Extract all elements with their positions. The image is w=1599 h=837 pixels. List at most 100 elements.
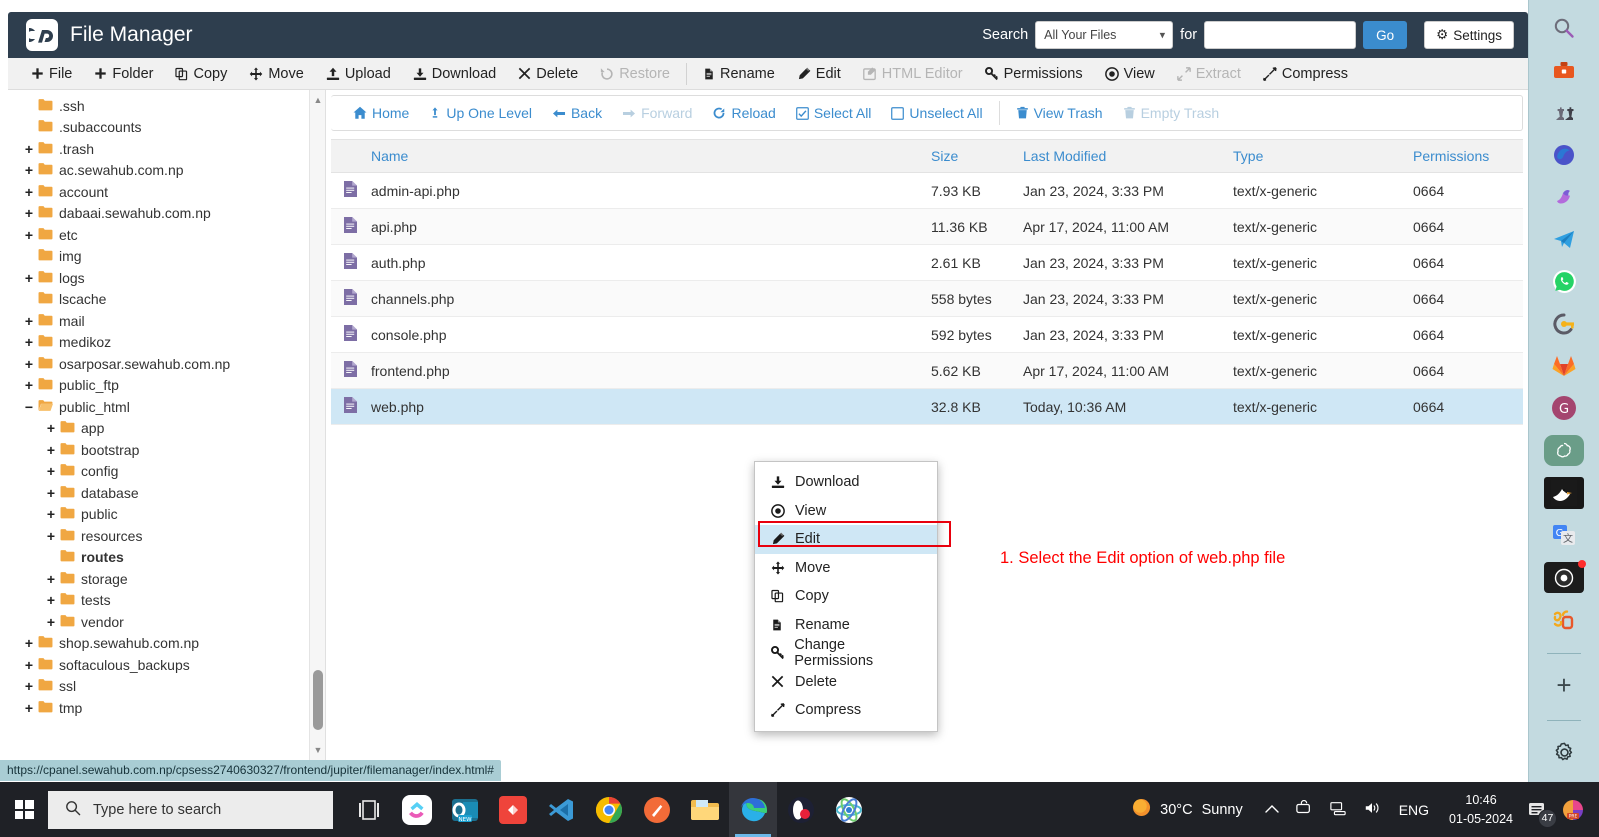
context-menu-item-edit[interactable]: Edit xyxy=(755,525,937,554)
microsoft-365-icon[interactable] xyxy=(1544,139,1584,170)
chatgpt-icon[interactable] xyxy=(1544,435,1584,467)
expand-icon[interactable]: + xyxy=(44,572,58,586)
toolbar-button-rename[interactable]: Rename xyxy=(692,66,786,82)
tree-item-public-ftp[interactable]: + public_ftp xyxy=(8,375,325,397)
firefox-dev-icon[interactable] xyxy=(633,782,681,837)
onedrive-sync-icon[interactable] xyxy=(1287,799,1321,820)
toolbar-button-compress[interactable]: Compress xyxy=(1252,66,1359,82)
tree-item-trash[interactable]: + .trash xyxy=(8,138,325,160)
expand-icon[interactable]: + xyxy=(22,271,36,285)
toolbar-button-view[interactable]: View xyxy=(1094,66,1166,82)
add-extension-icon[interactable]: + xyxy=(1544,669,1584,700)
nav-button-home[interactable]: Home xyxy=(343,105,419,121)
expand-icon[interactable]: + xyxy=(44,486,58,500)
expand-icon[interactable]: + xyxy=(22,142,36,156)
whatsapp-icon[interactable] xyxy=(1544,266,1584,297)
context-menu-item-view[interactable]: View xyxy=(755,497,937,526)
tree-item-public-html[interactable]: − public_html xyxy=(8,396,325,418)
settings-button[interactable]: ⚙ Settings xyxy=(1424,21,1514,49)
screen-recorder-icon[interactable] xyxy=(1544,560,1586,594)
search-go-button[interactable]: Go xyxy=(1363,21,1408,49)
seagull-icon[interactable] xyxy=(1544,477,1584,509)
gold-icon[interactable] xyxy=(1544,604,1584,635)
volume-icon[interactable] xyxy=(1355,800,1389,820)
nav-button-unselect-all[interactable]: Unselect All xyxy=(881,105,992,121)
toolbar-button-download[interactable]: Download xyxy=(402,66,508,82)
table-row[interactable]: channels.php 558 bytes Jan 23, 2024, 3:33 … xyxy=(331,280,1523,317)
network-icon[interactable] xyxy=(1321,800,1355,820)
vscode-icon[interactable] xyxy=(537,782,585,837)
tree-item-routes[interactable]: routes xyxy=(8,547,325,569)
tree-item-database[interactable]: + database xyxy=(8,482,325,504)
expand-icon[interactable]: + xyxy=(22,335,36,349)
nav-button-view-trash[interactable]: View Trash xyxy=(1006,105,1113,121)
expand-icon[interactable]: + xyxy=(44,529,58,543)
edge-icon[interactable] xyxy=(729,782,777,837)
context-menu-item-copy[interactable]: Copy xyxy=(755,582,937,611)
show-hidden-icons-chevron-icon[interactable] xyxy=(1257,801,1287,818)
tree-item-tmp[interactable]: + tmp xyxy=(8,697,325,719)
context-menu-item-delete[interactable]: Delete xyxy=(755,668,937,697)
search-icon[interactable] xyxy=(1544,12,1584,43)
table-row[interactable]: frontend.php 5.62 KB Apr 17, 2024, 11:00 A… xyxy=(331,352,1523,389)
column-header-name[interactable]: Name xyxy=(365,139,925,173)
file-explorer-icon[interactable] xyxy=(681,782,729,837)
copilot-icon[interactable] xyxy=(1544,181,1584,212)
context-menu-item-compress[interactable]: Compress xyxy=(755,696,937,725)
tree-item-config[interactable]: + config xyxy=(8,461,325,483)
grammarly-icon[interactable]: G xyxy=(1544,393,1584,424)
tree-item-storage[interactable]: + storage xyxy=(8,568,325,590)
nav-button-reload[interactable]: Reload xyxy=(702,105,785,121)
tree-item-ac-sewahub-com-np[interactable]: + ac.sewahub.com.np xyxy=(8,160,325,182)
start-button[interactable] xyxy=(0,782,48,837)
expand-icon[interactable]: + xyxy=(22,228,36,242)
settings-gear-icon[interactable] xyxy=(1544,737,1584,768)
tree-item-bootstrap[interactable]: + bootstrap xyxy=(8,439,325,461)
language-indicator[interactable]: ENG xyxy=(1389,802,1439,818)
tree-item-etc[interactable]: + etc xyxy=(8,224,325,246)
tree-item-mail[interactable]: + mail xyxy=(8,310,325,332)
expand-icon[interactable]: + xyxy=(22,378,36,392)
tree-item-img[interactable]: img xyxy=(8,246,325,268)
tree-scrollbar-thumb[interactable] xyxy=(313,670,323,730)
chrome-icon[interactable] xyxy=(585,782,633,837)
toolbar-button-folder[interactable]: Folder xyxy=(83,66,164,82)
column-header-size[interactable]: Size xyxy=(925,139,1017,173)
expand-icon[interactable]: + xyxy=(22,206,36,220)
chess-icon[interactable] xyxy=(1544,97,1584,128)
gitlab-icon[interactable] xyxy=(1544,351,1584,382)
toolbox-icon[interactable] xyxy=(1544,54,1584,85)
expand-icon[interactable]: + xyxy=(22,314,36,328)
context-menu-item-rename[interactable]: Rename xyxy=(755,611,937,640)
table-row[interactable]: api.php 11.36 KB Apr 17, 2024, 11:00 AM tex… xyxy=(331,208,1523,245)
clock-widget[interactable]: 10:46 01-05-2024 xyxy=(1439,791,1523,827)
scroll-up-icon[interactable]: ▲ xyxy=(310,92,325,108)
expand-icon[interactable]: + xyxy=(22,658,36,672)
search-input[interactable] xyxy=(1204,21,1357,49)
search-scope-select[interactable]: All Your Files xyxy=(1035,21,1174,49)
table-row[interactable]: admin-api.php 7.93 KB Jan 23, 2024, 3:33 P… xyxy=(331,172,1523,209)
expand-icon[interactable]: + xyxy=(44,507,58,521)
context-menu-item-move[interactable]: Move xyxy=(755,554,937,583)
tree-item-app[interactable]: + app xyxy=(8,418,325,440)
task-view-icon[interactable] xyxy=(345,782,393,837)
expand-icon[interactable]: + xyxy=(44,615,58,629)
tree-item-tests[interactable]: + tests xyxy=(8,590,325,612)
column-header-last-modified[interactable]: Last Modified xyxy=(1017,139,1227,173)
toolbar-button-edit[interactable]: Edit xyxy=(786,66,852,82)
nav-button-up-one-level[interactable]: Up One Level xyxy=(419,105,542,121)
expand-icon[interactable]: + xyxy=(22,185,36,199)
tree-item-osarposar-sewahub-com-np[interactable]: + osarposar.sewahub.com.np xyxy=(8,353,325,375)
atom-icon[interactable] xyxy=(825,782,873,837)
powerpoint-icon[interactable]: PRE xyxy=(1559,796,1587,824)
tree-item-ssh[interactable]: .ssh xyxy=(8,95,325,117)
expand-icon[interactable]: + xyxy=(22,701,36,715)
column-header-type[interactable]: Type xyxy=(1227,139,1407,173)
column-header-permissions[interactable]: Permissions xyxy=(1407,139,1523,173)
notification-center-button[interactable]: 47 xyxy=(1523,796,1557,828)
opera-gx-icon[interactable] xyxy=(777,782,825,837)
toolbar-button-move[interactable]: Move xyxy=(238,66,314,82)
expand-icon[interactable]: + xyxy=(44,421,58,435)
toolbar-button-file[interactable]: File xyxy=(20,66,83,82)
scroll-down-icon[interactable]: ▼ xyxy=(310,742,325,758)
